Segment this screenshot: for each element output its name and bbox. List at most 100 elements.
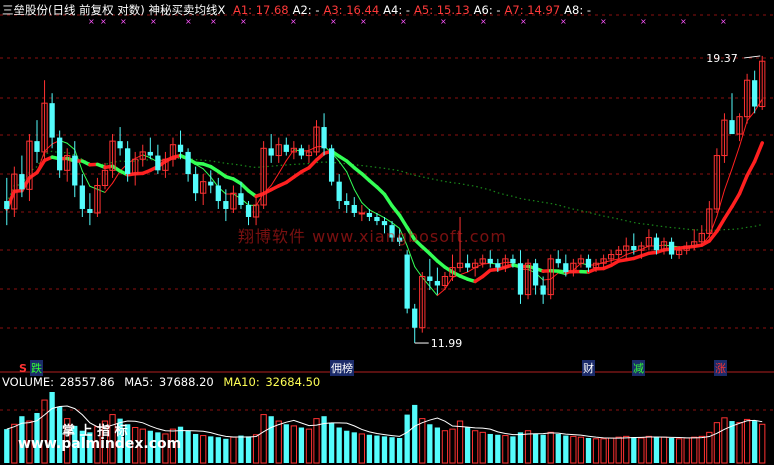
ma-short-line xyxy=(444,276,453,290)
volume-bar-down xyxy=(653,437,660,463)
sell-marker: S xyxy=(19,362,27,375)
volume-bar-down xyxy=(532,433,539,463)
signal-x-marker: × xyxy=(600,17,607,26)
candle-body-down xyxy=(4,201,10,209)
ma-thick-line xyxy=(382,192,394,208)
candle-body-down xyxy=(344,201,350,205)
volume-bar-up xyxy=(419,418,426,464)
volume-bar-up xyxy=(623,435,630,464)
volume-bar-up xyxy=(275,420,282,464)
signal-x-marker: × xyxy=(240,17,247,26)
candle-body-down xyxy=(434,280,441,286)
ma-short-line xyxy=(202,168,212,178)
volume-bar-down xyxy=(344,430,350,463)
volume-bar-down xyxy=(366,434,373,463)
candle-body-down xyxy=(495,263,501,268)
volume-bar-down xyxy=(464,427,471,463)
volume-bar-up xyxy=(736,422,743,464)
signal-x-marker: × xyxy=(210,17,217,26)
candle-body-down xyxy=(752,80,758,107)
header-item-8: A8: - xyxy=(564,3,592,17)
candle-body-down xyxy=(57,137,63,171)
volume-bar-down xyxy=(585,437,592,463)
volume-bar-up xyxy=(638,437,645,464)
header-item-4: A4: - xyxy=(383,3,411,17)
grid-lines xyxy=(0,14,774,411)
ma-short-line xyxy=(739,120,748,147)
candle-body-down xyxy=(245,204,252,218)
volume-bar-up xyxy=(675,438,683,464)
volume-bar-down xyxy=(631,437,637,463)
ma-short-line xyxy=(81,170,91,187)
candle-body-down xyxy=(49,103,55,138)
ma-thick-line xyxy=(722,204,734,221)
volume-bar-down xyxy=(223,438,229,463)
candle-body-down xyxy=(487,258,493,264)
ma-short-line xyxy=(723,168,733,191)
volume-bar-down xyxy=(245,436,252,463)
volume-bar-up xyxy=(230,436,237,464)
event-tag-1[interactable]: 跌 xyxy=(30,360,43,376)
ma-short-line xyxy=(436,288,446,297)
ma10-value: 32684.50 xyxy=(265,375,321,389)
candle-body-down xyxy=(238,193,244,205)
ma-short-line xyxy=(89,185,98,190)
candle-body-up xyxy=(358,212,365,215)
volume-bar-up xyxy=(200,435,207,464)
ma-short-line xyxy=(459,271,469,276)
candle-body-down xyxy=(653,237,660,251)
volume-bar-up xyxy=(615,436,622,464)
volume-bar-down xyxy=(381,436,388,463)
candle-body-down xyxy=(510,258,516,264)
volume-bar-up xyxy=(252,434,260,464)
candle-body-down xyxy=(729,120,735,135)
volume-bar-down xyxy=(404,414,410,463)
ma-thick-line xyxy=(715,216,727,234)
volume-bar-down xyxy=(4,429,10,463)
volume-bar-up xyxy=(759,423,766,464)
ma-short-line xyxy=(542,278,552,281)
ma-short-line xyxy=(731,145,741,170)
candle-body-down xyxy=(585,258,592,268)
volume-bar-up xyxy=(449,428,456,464)
candle-body-down xyxy=(366,212,373,218)
volume-bar-down xyxy=(540,434,546,463)
event-tag-5[interactable]: 涨 xyxy=(714,360,727,376)
volume-bar-down xyxy=(336,427,342,463)
candle-body-down xyxy=(19,174,25,190)
volume-bar-up xyxy=(11,423,18,464)
volume-bar-up xyxy=(502,435,509,464)
volume-bar-up xyxy=(660,436,668,464)
event-tag-3[interactable]: 财 xyxy=(582,360,595,376)
header-item-6: A6: - xyxy=(473,3,501,17)
candle-body-down xyxy=(563,263,569,273)
candle-body-down xyxy=(404,254,410,309)
volume-bar-down xyxy=(374,435,380,463)
ma-short-line xyxy=(338,160,348,173)
ma-short-line xyxy=(44,143,53,152)
volume-bar-down xyxy=(495,434,501,463)
min-price-label: 11.99 xyxy=(431,337,463,350)
header-item-5: A5: 15.13 xyxy=(414,3,470,17)
ma5-label: MA5: xyxy=(124,375,154,389)
signal-x-marker: × xyxy=(480,17,487,26)
signal-x-marker: × xyxy=(185,17,192,26)
header-item-3: A3: 16.44 xyxy=(323,3,380,17)
ma-thick-line xyxy=(737,173,749,196)
volume-bar-down xyxy=(238,435,244,463)
indicator-header: 三垒股份(日线 前复权 对数) 神秘买卖均线X A1: 17.68 A2: - A3… xyxy=(2,2,599,18)
volume-bar-down xyxy=(351,432,357,463)
signal-x-marker: × xyxy=(400,17,407,26)
event-tag-4[interactable]: 减 xyxy=(632,360,645,376)
ma-short-line xyxy=(603,260,612,263)
volume-bar-down xyxy=(555,433,561,463)
candle-body-down xyxy=(72,155,78,186)
event-tag-2[interactable]: 佣榜 xyxy=(330,360,354,376)
candle-body-down xyxy=(668,241,675,255)
volume-bar-up xyxy=(456,420,464,464)
candle-body-down xyxy=(215,185,221,202)
watermark-palm-url: www.palmindex.com xyxy=(18,436,182,452)
candle-body-down xyxy=(177,144,184,152)
volume-bar-down xyxy=(283,424,289,463)
ma-short-line xyxy=(474,263,484,269)
